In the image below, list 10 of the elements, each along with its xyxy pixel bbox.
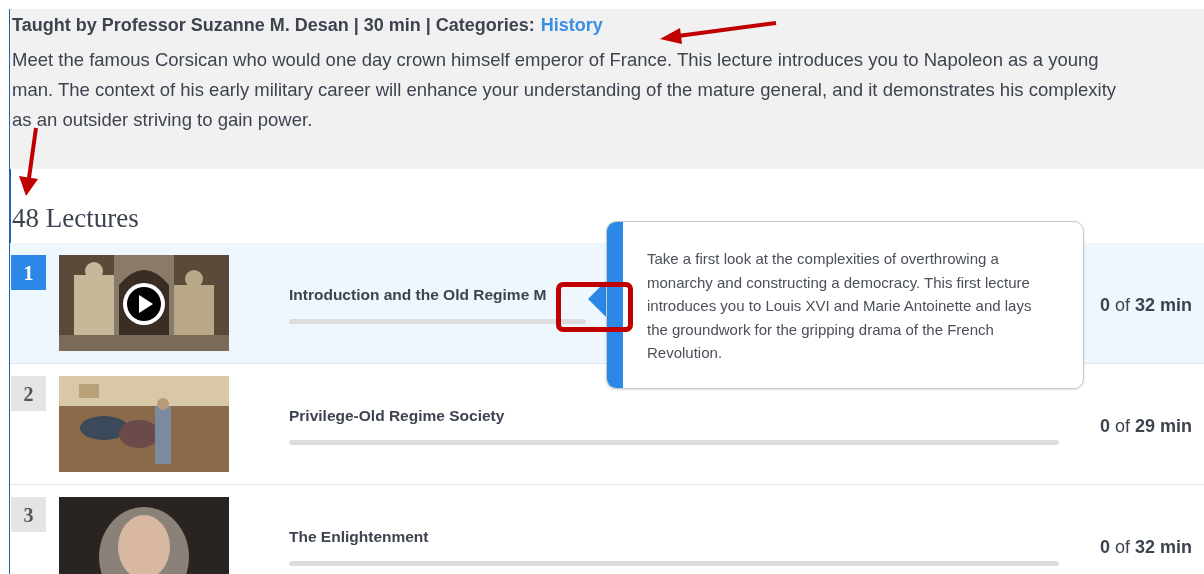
course-description: Meet the famous Corsican who would one day crown himself emperor of France. This lecture introduces you to Napoleon as a young man. The context of his early military career will enhance your understanding of the mature general, and it demonstrates his complexity as an outsider striving to gain power. (12, 48, 1118, 132)
lectures-heading: 48 Lectures (11, 202, 140, 235)
lecture-duration: 0 of 32 min (1099, 536, 1192, 559)
course-info: Taught by Professor Suzanne M. Desan | 30 min | Categories: (12, 14, 535, 37)
tooltip-text: Take a first look at the complexities of overthrowing a monarchy and constructing a democracy. This first lecture introduces you to Louis XVI and Marie Antoinette and lays the groundwork for the gripping drama of the French Revolution. (647, 249, 1033, 363)
lecture-duration: 0 of 29 min (1099, 415, 1192, 438)
lecture-number: 2 (11, 376, 46, 411)
lecture-number: 3 (11, 497, 46, 532)
lecture-duration: 0 of 32 min (1099, 294, 1192, 317)
lecture-number: 1 (11, 255, 46, 290)
